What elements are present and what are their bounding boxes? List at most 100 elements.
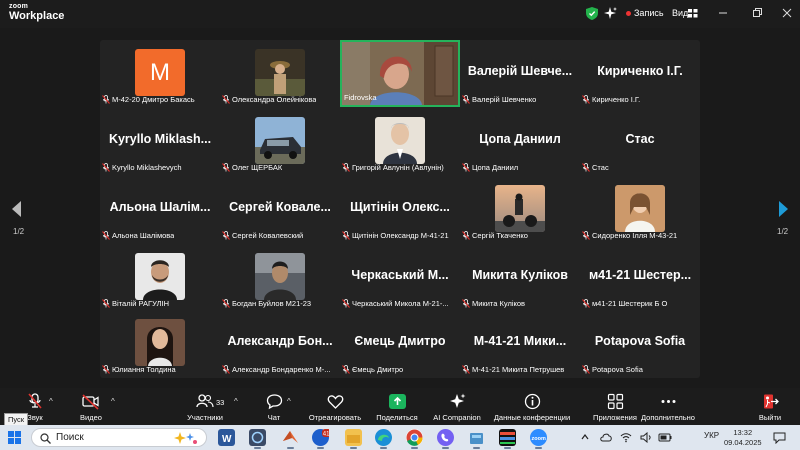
participant-display-name: Сергей Ковале... xyxy=(229,200,331,214)
chat-caret-icon[interactable]: ^ xyxy=(287,397,291,406)
search-highlight-icon xyxy=(174,432,197,444)
react-button[interactable]: Отреагировать xyxy=(305,388,365,425)
video-button[interactable]: Видео xyxy=(76,388,106,425)
participant-name: Александр Бондаренко М-... xyxy=(232,365,331,374)
participant-tile[interactable]: Сергей Ковале... Сергей Ковалевский xyxy=(220,176,340,243)
participant-tile[interactable]: Григорій Авлунін (Авлунін) xyxy=(340,108,460,175)
apps-button[interactable]: Приложения xyxy=(590,388,640,425)
participant-tile[interactable]: Сергій Ткаченко xyxy=(460,176,580,243)
chat-icon xyxy=(266,394,282,410)
mail-app-icon[interactable]: 41 xyxy=(312,429,331,449)
chrome-browser-icon[interactable] xyxy=(406,429,423,449)
participant-tile[interactable]: Микита Куліков Микита Куліков xyxy=(460,244,580,311)
minimize-icon[interactable] xyxy=(716,6,730,20)
matlab-app-icon[interactable] xyxy=(282,429,299,449)
mic-muted-icon xyxy=(222,163,230,172)
participants-caret-icon[interactable]: ^ xyxy=(234,397,238,406)
more-label: Дополнительно xyxy=(641,413,695,422)
wifi-icon[interactable] xyxy=(620,432,632,443)
terminal-app-icon[interactable] xyxy=(499,429,516,449)
participant-name-label: М-41-21 Микита Петрушев xyxy=(462,364,564,375)
mic-muted-icon xyxy=(582,231,590,240)
participant-tile[interactable]: Щитінін Олекс... Щитінін Олександр М-41-2… xyxy=(340,176,460,243)
mic-muted-icon xyxy=(102,231,110,240)
participant-tile[interactable]: Potapova Sofia Potapova Sofia xyxy=(580,310,700,377)
participant-name: Юлиання Толдина xyxy=(112,365,176,374)
participant-name: Богдан Буйлов М21-23 xyxy=(232,299,312,308)
participant-tile[interactable]: Черкаський М... Черкаський Микола М-21-..… xyxy=(340,244,460,311)
participant-tile[interactable]: М-41-21 Мики... М-41-21 Микита Петрушев xyxy=(460,310,580,377)
participant-tile[interactable]: Олег ЩЕРБАК xyxy=(220,108,340,175)
shield-icon[interactable] xyxy=(586,7,598,20)
edge-browser-icon[interactable] xyxy=(375,429,392,449)
ai-companion-button[interactable]: AI Companion xyxy=(430,388,484,425)
taskbar-search-input[interactable]: Поиск xyxy=(31,428,207,447)
participant-tile[interactable]: Стас Стас xyxy=(580,108,700,175)
restore-icon[interactable] xyxy=(750,6,764,20)
viber-app-icon[interactable] xyxy=(437,429,454,449)
apps-icon xyxy=(607,393,623,410)
share-button[interactable]: Поделиться xyxy=(374,388,420,425)
recording-dot-icon xyxy=(626,11,631,16)
participant-avatar xyxy=(255,49,305,96)
onedrive-icon[interactable] xyxy=(600,432,612,443)
participant-tile[interactable]: Кириченко І.Г. Кириченко І.Г. xyxy=(580,40,700,107)
zoom-app-icon[interactable]: zoom xyxy=(530,429,547,449)
participant-tile[interactable]: Валерій Шевче... Валерій Шевченко xyxy=(460,40,580,107)
participant-tile[interactable]: Kyryllo Miklash... Kyryllo Miklashevych xyxy=(100,108,220,175)
close-icon[interactable] xyxy=(780,6,794,20)
participant-tile[interactable]: Богдан Буйлов М21-23 xyxy=(220,244,340,311)
tray-chevron-icon[interactable] xyxy=(580,432,590,442)
participant-tile[interactable]: Цопа Даниил Цопа Даниил xyxy=(460,108,580,175)
chat-button[interactable]: Чат xyxy=(262,388,286,425)
participant-tile[interactable]: м41-21 Шестер... м41-21 Шестерик Б О xyxy=(580,244,700,311)
participant-display-name: Черкаський М... xyxy=(351,268,449,282)
participant-name-label: Kyryllo Miklashevych xyxy=(102,162,182,173)
more-button[interactable]: Дополнительно xyxy=(636,388,700,425)
system-clock[interactable]: 13:32 09.04.2025 xyxy=(724,428,762,448)
video-caret-icon[interactable]: ^ xyxy=(111,397,115,406)
store-app-icon[interactable] xyxy=(468,429,485,449)
participant-tile[interactable]: Віталій РАГУЛІН xyxy=(100,244,220,311)
participant-tile[interactable]: Ємець Дмитро Ємець Дмитро xyxy=(340,310,460,377)
participant-tile[interactable]: Сидоренко Ілля М-43-21 xyxy=(580,176,700,243)
prev-page-arrow-icon[interactable] xyxy=(10,200,24,218)
participant-name-label: Сидоренко Ілля М-43-21 xyxy=(582,230,677,241)
view-button[interactable]: Вид xyxy=(672,8,688,18)
language-indicator[interactable]: УКР xyxy=(704,431,719,440)
audio-caret-icon[interactable]: ^ xyxy=(49,397,53,406)
meeting-info-button[interactable]: Данные конференции xyxy=(489,388,575,425)
file-explorer-icon[interactable] xyxy=(345,429,362,449)
mic-muted-icon xyxy=(582,163,590,172)
participant-name-label: Олександра Олейнікова xyxy=(222,94,316,105)
mic-muted-icon xyxy=(462,231,470,240)
leave-button[interactable]: Выйти xyxy=(755,388,785,425)
speaker-icon[interactable] xyxy=(640,432,652,443)
next-page-arrow-icon[interactable] xyxy=(776,200,790,218)
ai-sparkle-icon[interactable] xyxy=(604,7,617,20)
participant-name: Fidrovska xyxy=(344,93,377,102)
battery-icon[interactable] xyxy=(658,432,672,443)
mic-muted-icon xyxy=(342,299,350,308)
leave-icon xyxy=(763,394,779,409)
participant-tile[interactable]: Александр Бон... Александр Бондаренко М-.… xyxy=(220,310,340,377)
snipping-app-icon[interactable] xyxy=(249,429,266,449)
mic-muted-icon xyxy=(28,393,42,409)
recording-label[interactable]: Запись xyxy=(634,8,664,18)
participant-tile[interactable]: Fidrovska xyxy=(340,40,460,107)
windows-taskbar: Поиск W 41 zoom УКР 13:32 09.04.2025 xyxy=(0,425,800,450)
participant-tile[interactable]: Олександра Олейнікова xyxy=(220,40,340,107)
participant-display-name: Potapova Sofia xyxy=(594,334,686,348)
mic-muted-icon xyxy=(222,299,230,308)
windows-start-icon[interactable] xyxy=(8,431,21,444)
mic-muted-icon xyxy=(582,365,590,374)
mic-muted-icon xyxy=(222,365,230,374)
word-app-icon[interactable]: W xyxy=(218,429,235,446)
participant-tile[interactable]: Альона Шалім... Альона Шалімова xyxy=(100,176,220,243)
participant-tile[interactable]: Юлиання Толдина xyxy=(100,310,220,377)
notification-icon[interactable] xyxy=(773,431,786,444)
view-grid-icon[interactable] xyxy=(688,9,698,18)
zoom-logo: zoom Workplace xyxy=(9,3,64,22)
meeting-info-label: Данные конференции xyxy=(493,413,571,422)
participant-tile[interactable]: M М-42-20 Дмитро Бакась xyxy=(100,40,220,107)
